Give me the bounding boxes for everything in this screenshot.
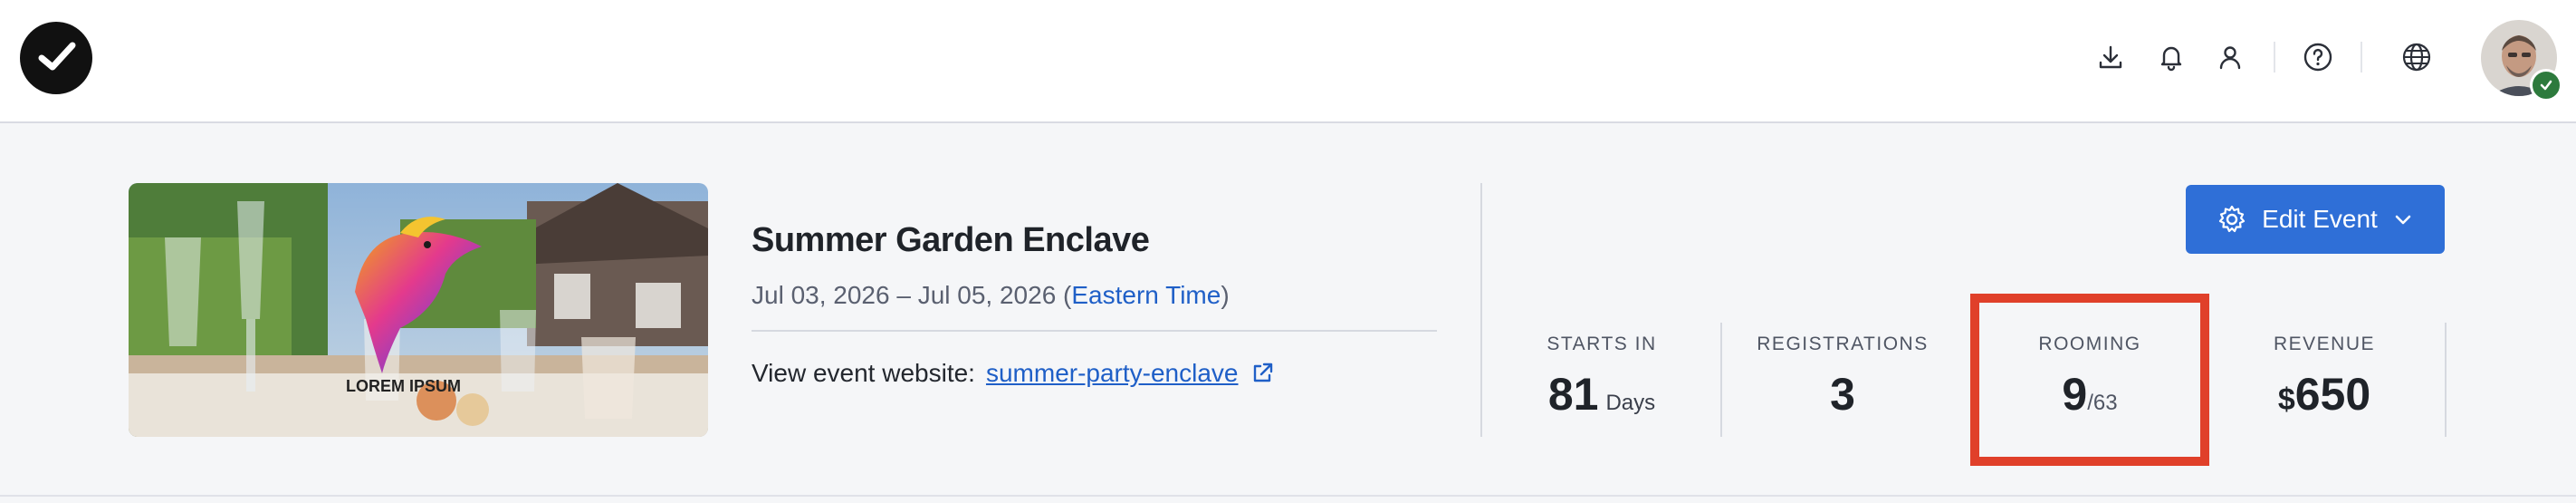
edit-event-button[interactable]: Edit Event (2186, 185, 2445, 254)
stat-value: 81 Days (1503, 368, 1700, 421)
event-hero-image: LOREM IPSUM (129, 183, 708, 437)
help-icon[interactable] (2300, 39, 2336, 75)
stat-value: $650 (2220, 368, 2428, 421)
event-date-range: Jul 03, 2026 – Jul 05, 2026 ( (752, 281, 1072, 309)
toolbar-divider (2361, 42, 2362, 73)
info-divider (752, 330, 1437, 332)
stat-divider (2445, 323, 2447, 437)
stat-label: STARTS IN (1547, 334, 1657, 354)
section-divider (1480, 183, 1482, 437)
top-bar (0, 0, 2576, 123)
revenue-amount: 650 (2294, 369, 2371, 420)
stat-revenue: REVENUE $650 (2220, 324, 2428, 437)
event-dates: Jul 03, 2026 – Jul 05, 2026 (Eastern Tim… (752, 281, 1230, 310)
external-link-icon[interactable] (1250, 361, 1275, 386)
section-bottom-border (0, 495, 2576, 497)
edit-event-label: Edit Event (2262, 205, 2378, 233)
user-icon[interactable] (2212, 39, 2248, 75)
event-title: Summer Garden Enclave (752, 221, 1150, 259)
hero-logo-text: LOREM IPSUM (346, 377, 461, 395)
stat-registrations: REGISTRATIONS 3 (1742, 324, 1943, 437)
event-date-close: ) (1221, 281, 1230, 309)
stat-divider (1720, 323, 1722, 437)
verified-badge-icon (2530, 69, 2562, 102)
download-icon[interactable] (2092, 39, 2129, 75)
checkmark-logo-icon (38, 42, 76, 71)
timezone-link[interactable]: Eastern Time (1071, 281, 1221, 309)
event-website-row: View event website: summer-party-enclave (752, 359, 1275, 388)
rooming-highlight-box (1970, 294, 2209, 466)
stat-label: REVENUE (2273, 334, 2376, 354)
toolbar-divider (2274, 42, 2275, 73)
app-logo[interactable] (20, 22, 92, 94)
stat-label: REGISTRATIONS (1757, 334, 1929, 354)
starts-in-number: 81 (1547, 369, 1599, 420)
stat-starts-in: STARTS IN 81 Days (1503, 324, 1700, 437)
chevron-down-icon (2395, 215, 2411, 225)
bell-icon[interactable] (2153, 39, 2189, 75)
event-website-link[interactable]: summer-party-enclave (986, 359, 1239, 388)
globe-icon[interactable] (2399, 39, 2435, 75)
gear-icon (2219, 205, 2246, 233)
revenue-currency: $ (2277, 382, 2295, 417)
stat-value: 3 (1830, 369, 1855, 420)
starts-in-unit: Days (1605, 391, 1656, 415)
website-label: View event website: (752, 359, 975, 387)
